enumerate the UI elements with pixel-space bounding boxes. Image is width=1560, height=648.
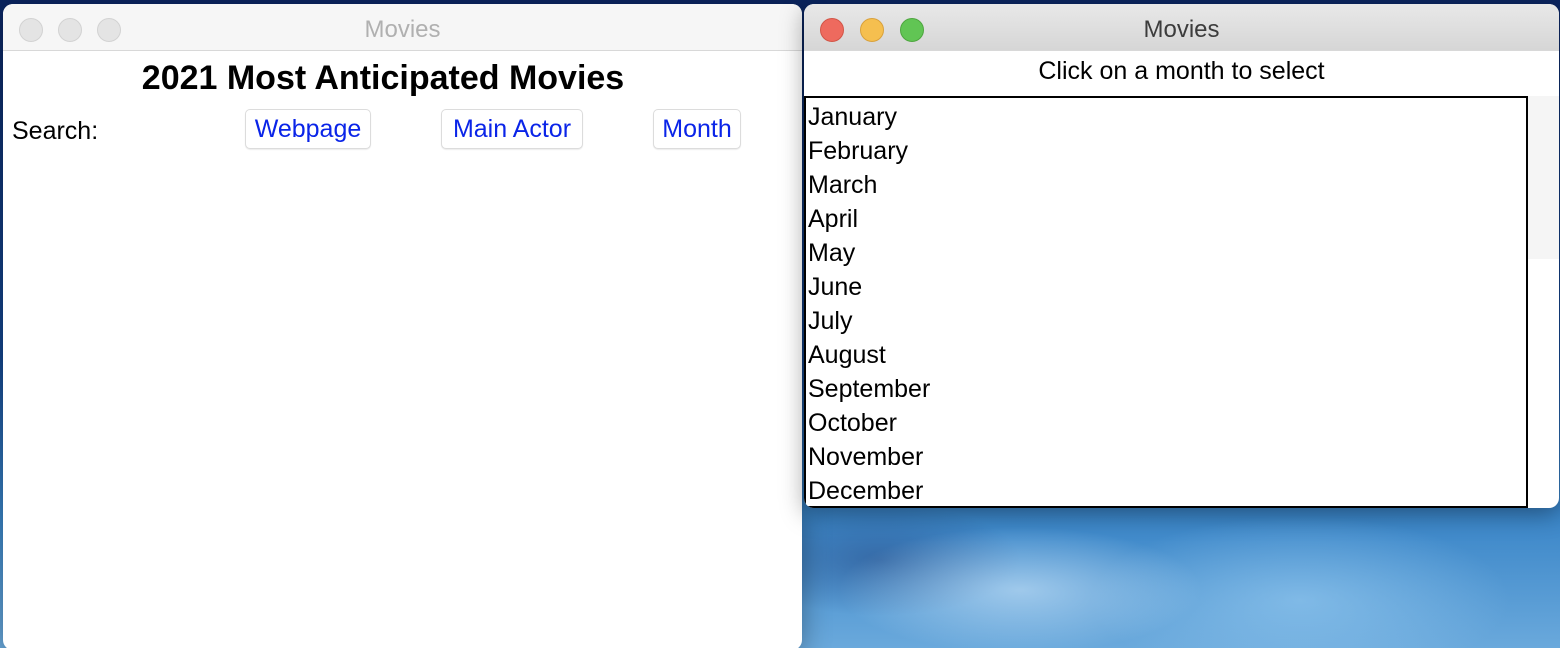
month-list-item[interactable]: December <box>806 474 1526 508</box>
window-padding <box>1528 96 1559 259</box>
month-list-item[interactable]: June <box>806 270 1526 304</box>
month-listbox[interactable]: January February March April May June July Augu… <box>804 96 1528 508</box>
month-list-item[interactable]: November <box>806 440 1526 474</box>
month-list-item[interactable]: January <box>806 100 1526 134</box>
month-select-window: Movies Click on a month to select Januar… <box>804 4 1559 508</box>
month-list-item[interactable]: October <box>806 406 1526 440</box>
month-list-item[interactable]: February <box>806 134 1526 168</box>
title-bar[interactable]: Movies <box>3 4 802 51</box>
window-title: Movies <box>364 16 441 43</box>
instruction-label: Click on a month to select <box>1038 57 1325 85</box>
month-button[interactable]: Month <box>653 109 741 149</box>
webpage-button[interactable]: Webpage <box>245 109 371 149</box>
page-heading: 2021 Most Anticipated Movies <box>141 59 625 97</box>
month-list-item[interactable]: May <box>806 236 1526 270</box>
month-list-item[interactable]: July <box>806 304 1526 338</box>
month-list-item[interactable]: August <box>806 338 1526 372</box>
search-label: Search: <box>12 117 99 145</box>
title-bar[interactable]: Movies <box>804 4 1559 51</box>
main-actor-button[interactable]: Main Actor <box>441 109 583 149</box>
month-list-item[interactable]: March <box>806 168 1526 202</box>
movies-main-window: Movies 2021 Most Anticipated Movies Sear… <box>3 4 802 648</box>
window-title: Movies <box>1143 16 1220 43</box>
month-list-item[interactable]: September <box>806 372 1526 406</box>
month-list-item[interactable]: April <box>806 202 1526 236</box>
